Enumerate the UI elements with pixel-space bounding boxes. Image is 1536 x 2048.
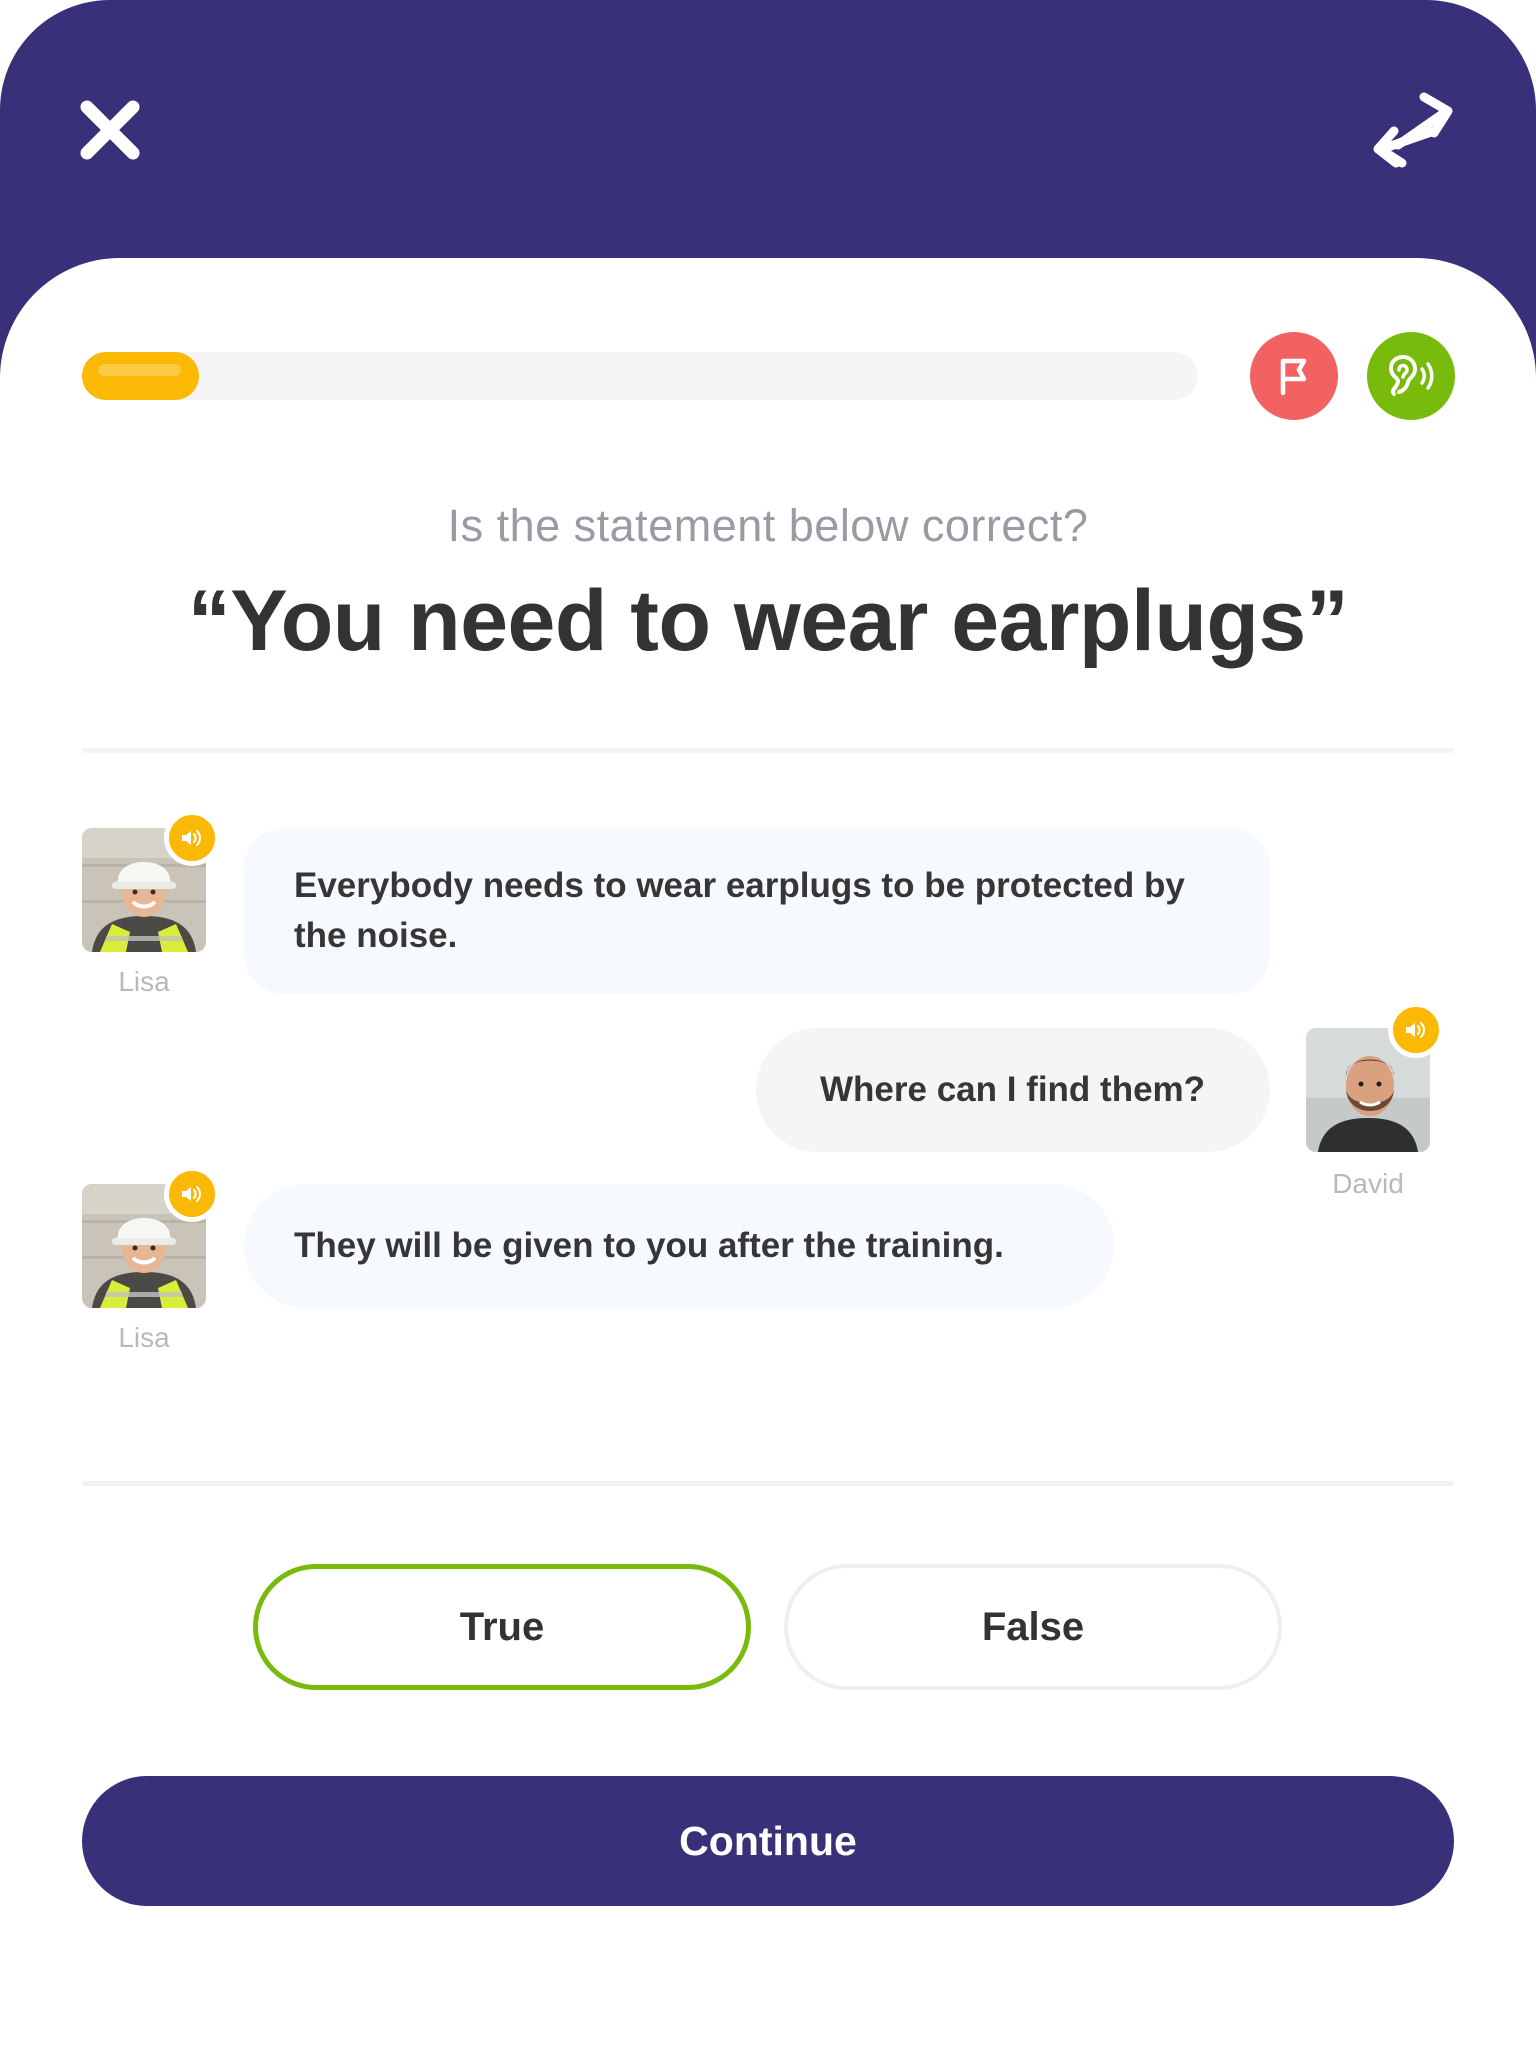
continue-button[interactable]: Continue — [82, 1776, 1454, 1906]
true-option-button[interactable]: True — [253, 1564, 751, 1690]
close-icon — [80, 100, 140, 160]
dialogue-bubble: Where can I find them? — [756, 1028, 1270, 1152]
play-audio-button[interactable] — [164, 810, 220, 866]
speaker-icon — [1406, 1022, 1425, 1038]
ear-icon — [1388, 354, 1434, 396]
avatar-lisa: Lisa — [82, 1166, 220, 1353]
dialogue-bubble: They will be given to you after the trai… — [244, 1184, 1114, 1308]
avatar-david: David — [1306, 1002, 1444, 1199]
speaker-icon — [182, 1186, 201, 1202]
speaker-name: Lisa — [118, 1322, 170, 1353]
statement-text: “You need to wear earplugs” — [187, 573, 1349, 669]
listen-mode-button[interactable] — [1367, 332, 1455, 420]
divider — [82, 1481, 1454, 1486]
speaker-name: David — [1332, 1168, 1404, 1199]
false-option-button[interactable]: False — [784, 1564, 1282, 1690]
avatar-lisa: Lisa — [82, 810, 220, 997]
play-audio-button[interactable] — [164, 1166, 220, 1222]
dialogue-bubble: Everybody needs to wear earplugs to be p… — [244, 828, 1270, 994]
progress-bar — [82, 352, 1198, 400]
report-button[interactable] — [1250, 332, 1338, 420]
speaker-icon — [182, 830, 201, 846]
close-button[interactable] — [70, 90, 150, 170]
instruction-text: Is the statement below correct? — [447, 500, 1089, 551]
progress-fill — [82, 352, 199, 400]
swap-arrows-icon — [1373, 92, 1452, 168]
play-audio-button[interactable] — [1388, 1002, 1444, 1058]
divider — [82, 748, 1454, 753]
flag-icon — [1280, 358, 1307, 396]
switch-language-button[interactable] — [1365, 85, 1460, 175]
speaker-name: Lisa — [118, 966, 170, 997]
